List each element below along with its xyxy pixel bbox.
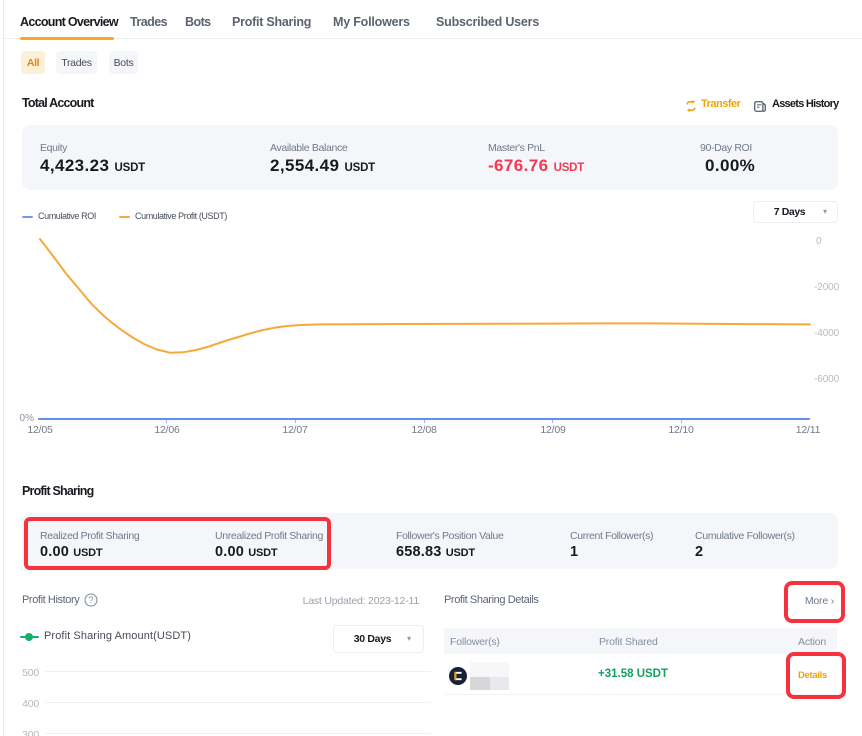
svg-text:?: ? xyxy=(88,595,93,605)
